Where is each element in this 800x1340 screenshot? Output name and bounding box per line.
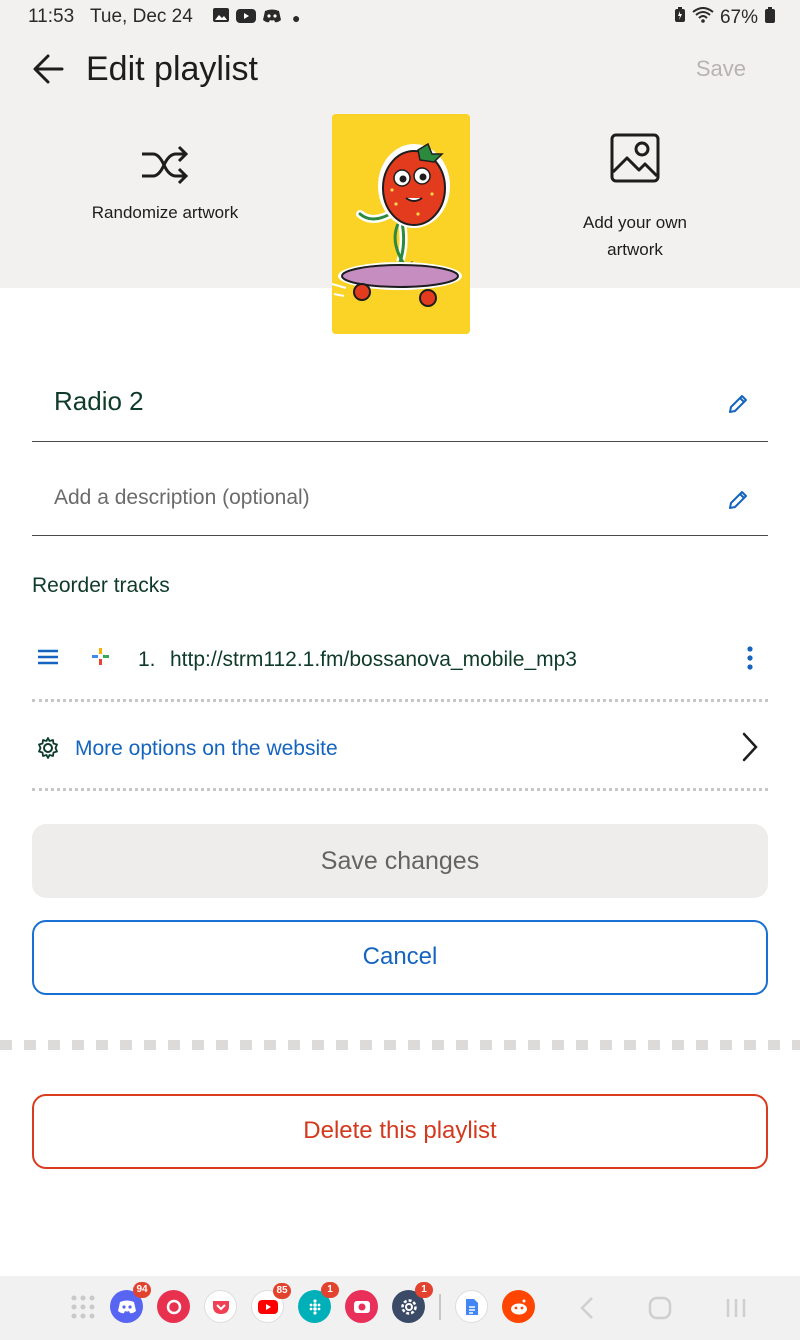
pencil-icon[interactable]: [726, 392, 750, 416]
navigation-bar: 94 85 1 1: [0, 1276, 800, 1340]
save-button[interactable]: Save: [696, 56, 746, 82]
settings-app-icon[interactable]: 1: [392, 1282, 433, 1323]
battery-icon: [764, 6, 776, 30]
camera-app-icon[interactable]: [345, 1290, 378, 1323]
app-bar: Edit playlist Save: [0, 40, 800, 100]
app-drawer-icon[interactable]: [70, 1294, 96, 1320]
arrow-left-icon: [33, 54, 64, 84]
track-row[interactable]: 1. http://strm112.1.fm/bossanova_mobile_…: [32, 624, 768, 696]
notification-badge: 94: [133, 1282, 151, 1298]
drag-handle-icon[interactable]: [36, 648, 60, 666]
chevron-right-icon: [742, 732, 758, 762]
status-bar: 11:53 Tue, Dec 24 ● 67%: [0, 0, 800, 34]
playlist-description-field[interactable]: Add a description (optional): [32, 460, 768, 536]
more-options-link[interactable]: More options on the website: [32, 710, 768, 786]
save-changes-button[interactable]: Save changes: [32, 824, 768, 898]
battery-saver-icon: [674, 7, 686, 29]
fitbit-app-icon[interactable]: 1: [298, 1282, 339, 1323]
description-placeholder: Add a description (optional): [54, 486, 310, 509]
pencil-icon[interactable]: [726, 488, 750, 512]
notification-badge: 85: [273, 1283, 291, 1299]
pink-app-icon[interactable]: [157, 1290, 190, 1323]
home-nav-icon[interactable]: [648, 1296, 672, 1320]
docs-app-icon[interactable]: [455, 1290, 488, 1323]
status-right: 67%: [674, 6, 776, 30]
youtube-icon: [236, 7, 256, 29]
dock-separator: [439, 1293, 441, 1320]
reorder-tracks-heading: Reorder tracks: [32, 574, 170, 597]
notification-icons: ●: [212, 7, 300, 29]
status-time: 11:53: [28, 6, 75, 27]
cancel-button[interactable]: Cancel: [32, 920, 768, 995]
discord-icon: [262, 7, 282, 29]
more-notifications-icon: ●: [292, 10, 301, 26]
youtube-app-icon[interactable]: 85: [251, 1283, 291, 1323]
add-own-artwork-label: Add your own artwork: [560, 209, 710, 263]
track-number: 1.: [138, 648, 156, 671]
divider: [32, 699, 768, 702]
strawberry-skateboard-illustration: [332, 114, 470, 334]
track-url: http://strm112.1.fm/bossanova_mobile_mp3: [170, 648, 577, 671]
recents-nav-icon[interactable]: [724, 1296, 748, 1320]
back-button[interactable]: [30, 52, 70, 88]
discord-app-icon[interactable]: 94: [110, 1282, 151, 1323]
notification-badge: 1: [415, 1282, 433, 1298]
page-title: Edit playlist: [86, 50, 258, 88]
app-dock: 94 85 1 1: [70, 1282, 535, 1323]
pocket-app-icon[interactable]: [204, 1290, 237, 1323]
add-own-artwork-line1: Add your own: [583, 213, 687, 232]
add-own-artwork-line2: artwork: [607, 240, 663, 259]
playlist-title-value: Radio 2: [54, 386, 144, 416]
tunein-source-icon: [92, 648, 109, 665]
add-own-artwork-button[interactable]: Add your own artwork: [560, 132, 710, 263]
section-divider: [0, 1040, 800, 1050]
more-options-label: More options on the website: [75, 737, 338, 760]
delete-playlist-button[interactable]: Delete this playlist: [32, 1094, 768, 1169]
more-vertical-icon[interactable]: [740, 644, 760, 672]
playlist-title-field[interactable]: Radio 2: [32, 360, 768, 442]
back-nav-icon[interactable]: [578, 1296, 596, 1320]
wifi-icon: [692, 7, 714, 29]
artwork-section: Randomize artwork Add your own artwork: [0, 112, 800, 342]
gallery-icon: [212, 7, 230, 29]
randomize-artwork-button[interactable]: Randomize artwork: [70, 142, 260, 223]
status-date: Tue, Dec 24: [90, 6, 193, 27]
randomize-artwork-label: Randomize artwork: [91, 203, 239, 222]
divider: [32, 788, 768, 791]
battery-level: 67%: [719, 7, 758, 28]
shuffle-icon: [142, 145, 189, 185]
notification-badge: 1: [321, 1282, 339, 1298]
image-icon: [610, 133, 660, 183]
reddit-app-icon[interactable]: [502, 1290, 535, 1323]
playlist-artwork[interactable]: [332, 114, 470, 334]
gear-icon: [38, 737, 58, 759]
